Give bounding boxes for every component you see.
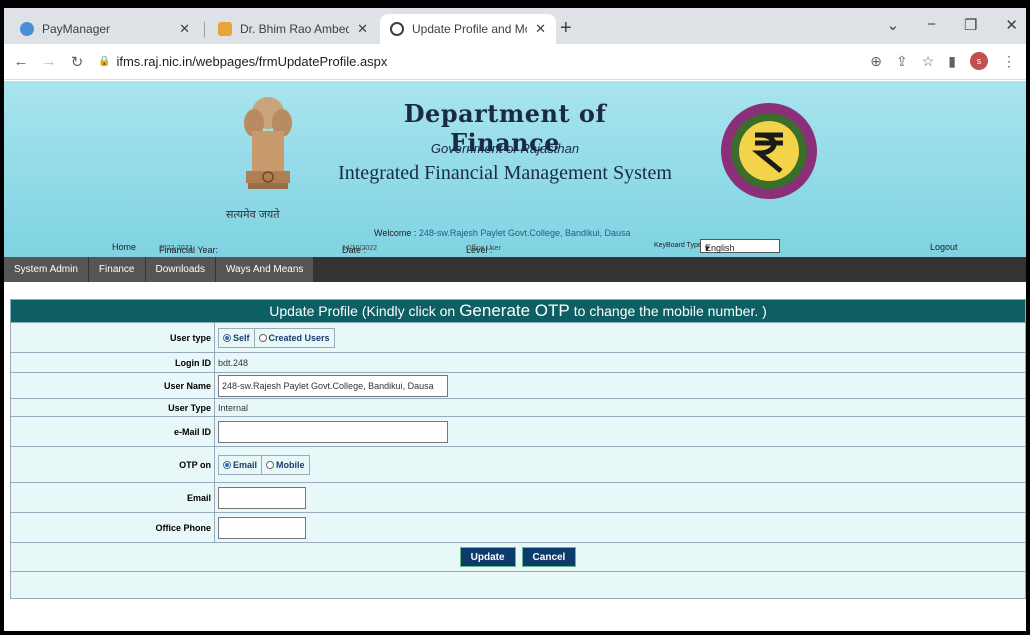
reload-icon[interactable]: ↻ [66, 53, 88, 71]
email-id-input[interactable] [218, 420, 448, 443]
more-menu-icon[interactable]: ⋮ [1002, 53, 1016, 70]
radio-selected-icon [223, 460, 231, 469]
profile-avatar[interactable]: s [970, 52, 988, 70]
bookmark-star-icon[interactable]: ☆ [922, 53, 935, 70]
radio-otp-mobile[interactable]: Mobile [261, 455, 309, 474]
user-type-radio-group: Self Created Users [218, 327, 335, 348]
main-menu: System Admin Finance Downloads Ways And … [4, 257, 1026, 282]
minimize-icon[interactable]: − [927, 16, 936, 34]
browser-window: PayManager ✕ Dr. Bhim Rao Ambedkar Gover… [4, 8, 1026, 631]
cancel-button[interactable]: Cancel [521, 547, 577, 567]
otp-row: OTP on Email Mobile [10, 447, 1026, 483]
zoom-icon[interactable]: ⊕ [870, 53, 882, 70]
keyboard-type-label: KeyBoard Type: [654, 242, 704, 249]
close-icon[interactable]: ✕ [535, 21, 546, 37]
back-icon[interactable]: ← [10, 53, 32, 70]
new-tab-button[interactable]: + [560, 18, 572, 38]
address-toolbar: ← → ↻ 🔒 ifms.raj.nic.in/webpages/frmUpda… [4, 44, 1026, 80]
menu-finance[interactable]: Finance [88, 257, 146, 282]
logout-link[interactable]: Logout [930, 242, 958, 252]
home-link[interactable]: Home [112, 242, 136, 252]
national-emblem-icon [244, 97, 292, 189]
chevron-down-icon: ▾ [705, 243, 710, 253]
tab-separator [204, 22, 205, 38]
update-profile-form: Update Profile (Kindly click on Generate… [10, 299, 1026, 599]
menu-downloads[interactable]: Downloads [145, 257, 216, 282]
menu-ways-and-means[interactable]: Ways And Means [215, 257, 315, 282]
emblem-motto: सत्यमेव जयते [226, 209, 280, 221]
radio-otp-email[interactable]: Email [219, 456, 261, 474]
email-input[interactable] [218, 486, 306, 509]
office-phone-row: Office Phone [10, 513, 1026, 543]
tab-search-icon[interactable]: ⌄ [887, 16, 900, 34]
form-actions: Update Cancel [10, 543, 1026, 572]
tab-strip: PayManager ✕ Dr. Bhim Rao Ambedkar Gover… [4, 8, 1026, 44]
share-icon[interactable]: ⇪ [896, 53, 908, 70]
globe-icon [390, 22, 404, 36]
user-type-row: User type Self Created Users [10, 323, 1026, 353]
update-button[interactable]: Update [459, 547, 516, 567]
login-id-value: bdt.248 [218, 357, 249, 368]
system-title: Integrated Financial Management System [338, 162, 672, 184]
forward-icon[interactable]: → [38, 53, 60, 70]
user-name-row: User Name 248-sw.Rajesh Paylet Govt.Coll… [10, 373, 1026, 399]
office-phone-input[interactable] [218, 516, 306, 539]
radio-unselected-icon [258, 333, 267, 342]
radio-created-users[interactable]: Created Users [253, 328, 334, 347]
form-title: Update Profile (Kindly click on Generate… [10, 299, 1026, 323]
tab-ambedkar[interactable]: Dr. Bhim Rao Ambedkar Governm ✕ [208, 14, 378, 44]
user-type-info-row: User Type Internal [10, 399, 1026, 417]
lock-icon[interactable]: 🔒 [98, 56, 110, 67]
form-footer [10, 572, 1026, 599]
email-id-row: e-Mail ID [10, 417, 1026, 447]
tab-paymanager[interactable]: PayManager ✕ [10, 14, 200, 44]
user-name-input[interactable]: 248-sw.Rajesh Paylet Govt.College, Bandi… [218, 374, 448, 397]
window-controls: ⌄ − ❐ ✕ [887, 16, 1018, 34]
tab-update-profile[interactable]: Update Profile and Mobile Numb ✕ [380, 14, 556, 44]
login-id-row: Login ID bdt.248 [10, 353, 1026, 373]
restore-icon[interactable]: ❐ [964, 16, 977, 34]
keyboard-type-select[interactable]: English ▾ [700, 239, 780, 253]
address-bar[interactable]: 🔒 ifms.raj.nic.in/webpages/frmUpdateProf… [98, 54, 387, 69]
ambedkar-favicon-icon [218, 22, 232, 36]
page-content: सत्यमेव जयते Department of Finance Gover… [4, 81, 1026, 631]
close-window-icon[interactable]: ✕ [1005, 16, 1018, 34]
page-subtitle: Government of Rajasthan [430, 141, 580, 156]
url-text: ifms.raj.nic.in/webpages/frmUpdateProfil… [116, 54, 388, 69]
site-header: सत्यमेव जयते Department of Finance Gover… [4, 81, 1026, 257]
radio-unselected-icon [266, 460, 275, 469]
email-row: Email [10, 483, 1026, 513]
welcome-text: Welcome : 248-sw.Rajesh Paylet Govt.Coll… [374, 228, 631, 238]
paymanager-favicon-icon [20, 22, 34, 36]
ifms-logo-icon [721, 103, 817, 199]
user-type-value: Internal [218, 402, 249, 413]
menu-system-admin[interactable]: System Admin [4, 257, 89, 282]
toolbar-actions: ⊕ ⇪ ☆ ▮ s ⋮ [870, 52, 1016, 70]
radio-selected-icon [223, 333, 231, 342]
otp-radio-group: Email Mobile [218, 454, 310, 475]
close-icon[interactable]: ✕ [357, 21, 368, 37]
radio-self[interactable]: Self [219, 329, 254, 347]
side-panel-icon[interactable]: ▮ [948, 53, 956, 70]
close-icon[interactable]: ✕ [179, 21, 190, 37]
info-row: Home Financial Year: 2022-2023 Date : 14/… [4, 239, 1026, 255]
